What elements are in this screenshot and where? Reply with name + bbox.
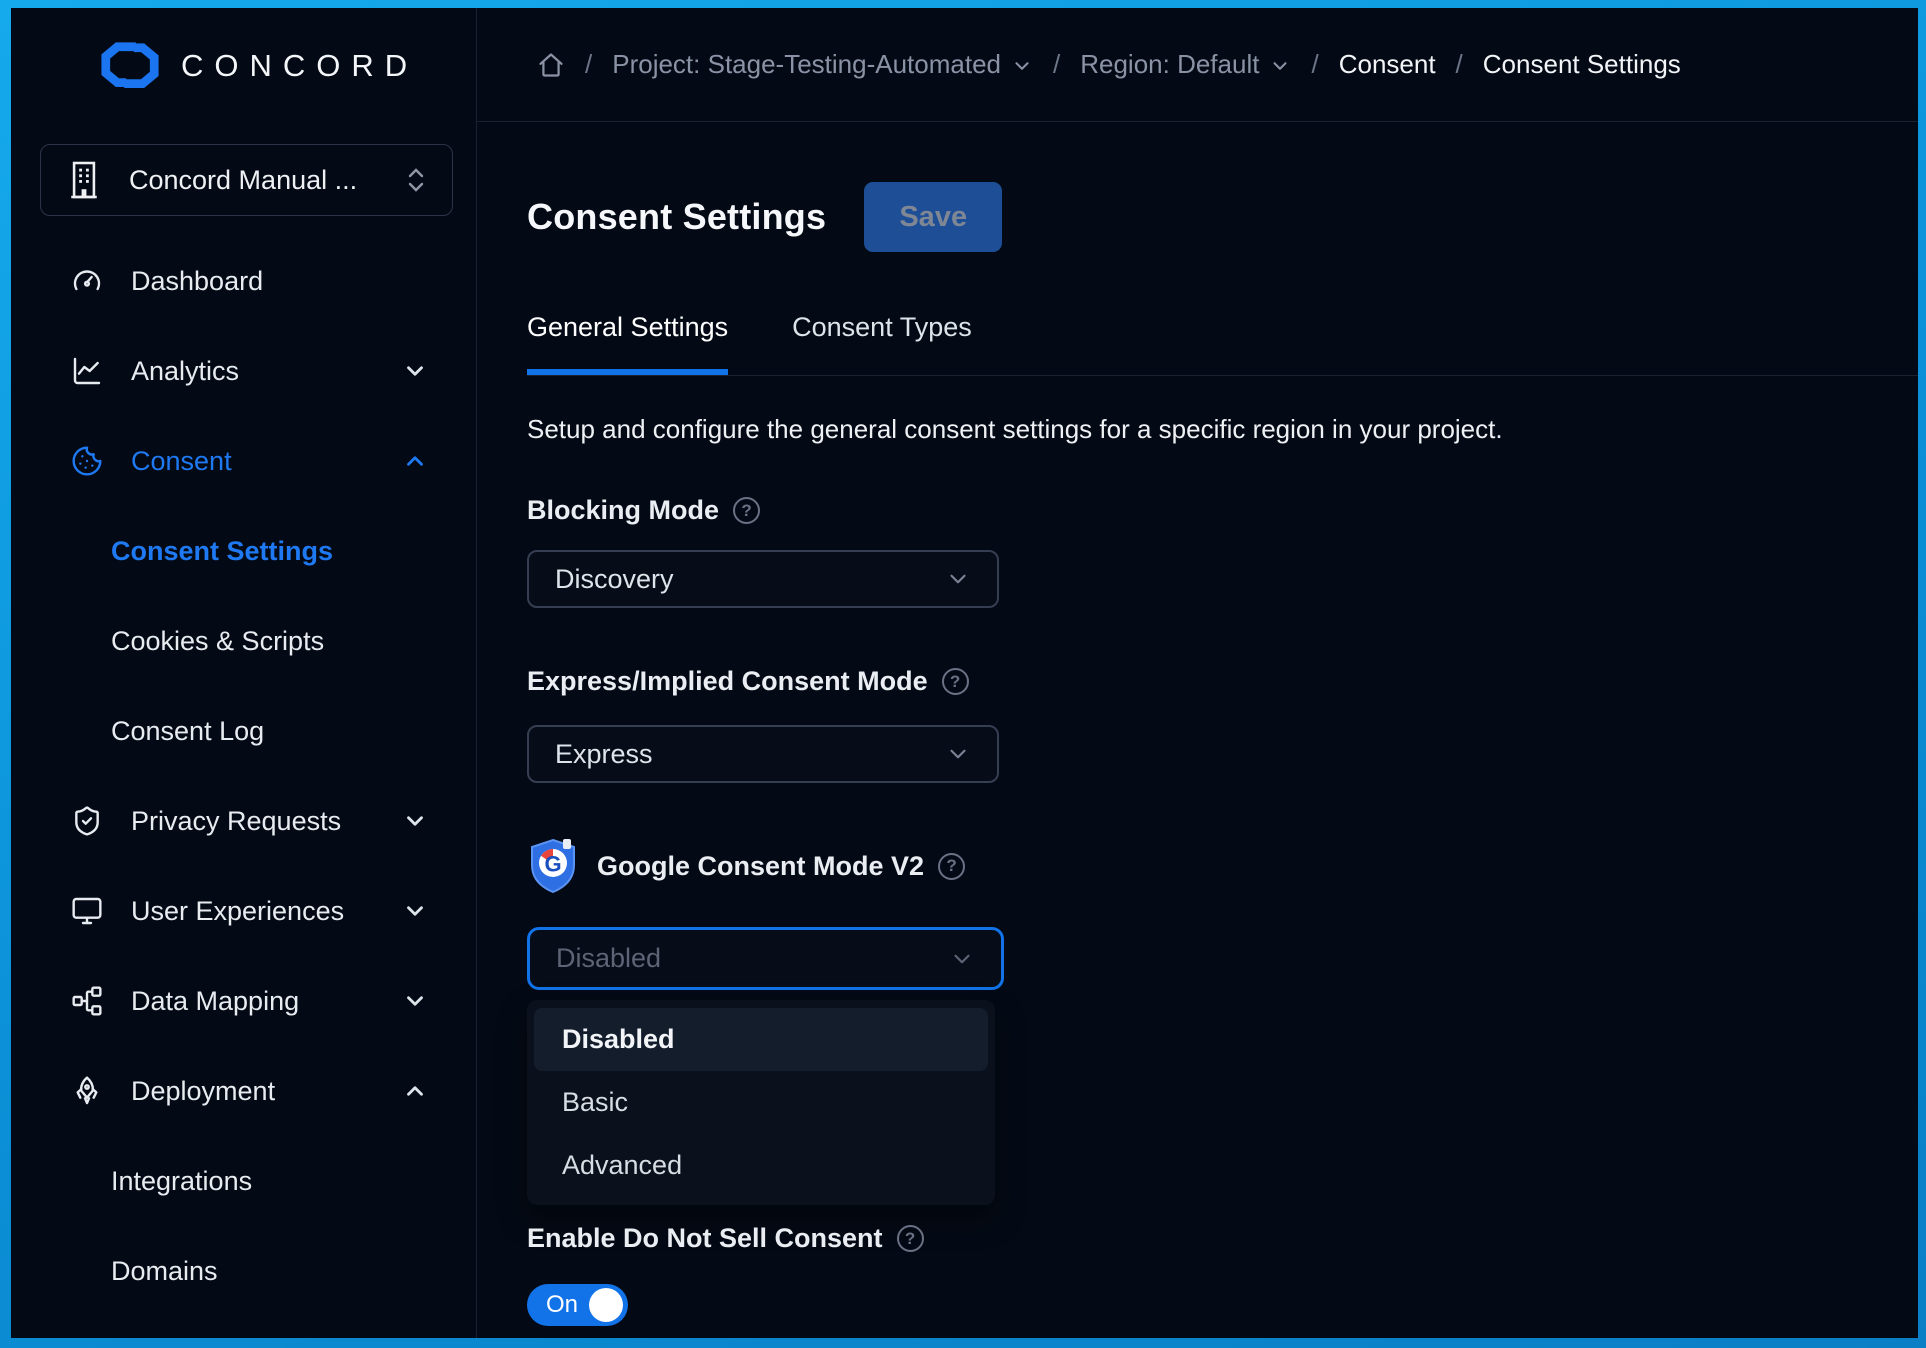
sidebar-item-label: Cookies & Scripts xyxy=(111,626,324,657)
sidebar-item-cookies-scripts[interactable]: Cookies & Scripts xyxy=(11,596,476,686)
concord-logo-icon xyxy=(99,40,161,92)
save-button[interactable]: Save xyxy=(864,182,1002,252)
chevron-down-icon xyxy=(1269,55,1291,77)
sidebar-item-dashboard[interactable]: Dashboard xyxy=(11,236,476,326)
google-consent-mode-dropdown: Disabled Basic Advanced xyxy=(527,1000,995,1205)
sidebar-item-privacy-requests[interactable]: Privacy Requests xyxy=(11,776,476,866)
screen-frame: CONCORD Concord Manual ... xyxy=(0,0,1926,1348)
brand-logo: CONCORD xyxy=(99,40,476,92)
sidebar-item-analytics[interactable]: Analytics xyxy=(11,326,476,416)
breadcrumb-region[interactable]: Region: Default xyxy=(1080,49,1291,80)
org-selector-updown-icon xyxy=(406,167,426,193)
help-icon[interactable]: ? xyxy=(733,497,760,524)
toggle-knob xyxy=(589,1288,623,1322)
express-implied-select[interactable]: Express xyxy=(527,725,999,783)
building-icon xyxy=(67,160,101,200)
express-implied-value: Express xyxy=(555,739,653,770)
tab-bar: General Settings Consent Types xyxy=(527,312,1918,376)
chevron-down-icon xyxy=(402,988,428,1014)
blocking-mode-value: Discovery xyxy=(555,564,674,595)
chevron-down-icon xyxy=(1011,55,1033,77)
breadcrumb-separator: / xyxy=(1053,49,1060,80)
chevron-down-icon xyxy=(945,741,971,767)
sidebar-item-consent-log[interactable]: Consent Log xyxy=(11,686,476,776)
brand-name: CONCORD xyxy=(181,48,418,84)
help-icon[interactable]: ? xyxy=(897,1225,924,1252)
help-icon[interactable]: ? xyxy=(938,853,965,880)
sidebar-item-label: User Experiences xyxy=(131,896,344,927)
dashboard-gauge-icon xyxy=(71,265,103,297)
chevron-down-icon xyxy=(402,898,428,924)
do-not-sell-toggle[interactable]: On xyxy=(527,1284,628,1326)
express-implied-label: Express/Implied Consent Mode ? xyxy=(527,666,1918,697)
page-content: Consent Settings Save General Settings C… xyxy=(477,122,1918,1326)
dropdown-option-advanced[interactable]: Advanced xyxy=(534,1134,988,1197)
chevron-down-icon xyxy=(945,566,971,592)
chevron-down-icon xyxy=(402,808,428,834)
sidebar-item-label: Privacy Requests xyxy=(131,806,341,837)
sidebar-item-label: Dashboard xyxy=(131,266,263,297)
tab-consent-types[interactable]: Consent Types xyxy=(792,312,972,375)
sidebar-item-label: Domains xyxy=(111,1256,218,1287)
breadcrumb-separator: / xyxy=(1311,49,1318,80)
analytics-chart-icon xyxy=(71,355,103,387)
monitor-icon xyxy=(71,895,103,927)
breadcrumb-project[interactable]: Project: Stage-Testing-Automated xyxy=(612,49,1033,80)
breadcrumb-separator: / xyxy=(585,49,592,80)
main-area: / Project: Stage-Testing-Automated / Reg… xyxy=(477,8,1918,1338)
section-description: Setup and configure the general consent … xyxy=(527,414,1918,445)
breadcrumb: / Project: Stage-Testing-Automated / Reg… xyxy=(477,8,1918,122)
blocking-mode-label: Blocking Mode ? xyxy=(527,495,1918,526)
org-selector[interactable]: Concord Manual ... xyxy=(40,144,453,216)
app-window: CONCORD Concord Manual ... xyxy=(11,8,1918,1338)
rocket-icon xyxy=(71,1075,103,1107)
sidebar-item-data-mapping[interactable]: Data Mapping xyxy=(11,956,476,1046)
sidebar-item-consent[interactable]: Consent xyxy=(11,416,476,506)
do-not-sell-label: Enable Do Not Sell Consent ? xyxy=(527,1223,1918,1254)
chevron-up-icon xyxy=(402,1078,428,1104)
blocking-mode-select[interactable]: Discovery xyxy=(527,550,999,608)
shield-check-icon xyxy=(71,805,103,837)
sidebar-item-label: Data Mapping xyxy=(131,986,299,1017)
dropdown-option-basic[interactable]: Basic xyxy=(534,1071,988,1134)
tab-general-settings[interactable]: General Settings xyxy=(527,312,728,375)
sidebar-item-user-experiences[interactable]: User Experiences xyxy=(11,866,476,956)
chevron-down-icon xyxy=(949,946,975,972)
breadcrumb-consent-settings[interactable]: Consent Settings xyxy=(1483,49,1681,80)
breadcrumb-consent[interactable]: Consent xyxy=(1339,49,1436,80)
sidebar-item-label: Consent Settings xyxy=(111,536,333,567)
chevron-up-icon xyxy=(402,448,428,474)
sidebar-item-label: Integrations xyxy=(111,1166,252,1197)
chevron-down-icon xyxy=(402,358,428,384)
svg-text:G: G xyxy=(544,851,561,876)
sidebar-item-label: Deployment xyxy=(131,1076,275,1107)
sidebar-item-deployment[interactable]: Deployment xyxy=(11,1046,476,1136)
help-icon[interactable]: ? xyxy=(942,668,969,695)
sidebar: CONCORD Concord Manual ... xyxy=(11,8,477,1338)
page-title: Consent Settings xyxy=(527,196,826,238)
google-consent-mode-label-row: G Google Consent Mode V2 ? xyxy=(527,837,1918,895)
google-consent-mode-select[interactable]: Disabled xyxy=(527,927,1004,990)
cookie-icon xyxy=(71,445,103,477)
sidebar-item-domains[interactable]: Domains xyxy=(11,1226,476,1316)
sidebar-nav: Dashboard Analytics xyxy=(11,236,476,1316)
home-icon[interactable] xyxy=(537,51,565,79)
google-consent-mode-value: Disabled xyxy=(556,943,661,974)
data-mapping-network-icon xyxy=(71,985,103,1017)
toggle-state-label: On xyxy=(546,1291,589,1319)
sidebar-item-consent-settings[interactable]: Consent Settings xyxy=(11,506,476,596)
sidebar-item-integrations[interactable]: Integrations xyxy=(11,1136,476,1226)
sidebar-item-label: Consent xyxy=(131,446,232,477)
sidebar-item-label: Consent Log xyxy=(111,716,264,747)
google-consent-mode-label: Google Consent Mode V2 ? xyxy=(597,851,965,882)
breadcrumb-separator: / xyxy=(1456,49,1463,80)
google-shield-icon: G xyxy=(527,837,579,895)
org-selector-label: Concord Manual ... xyxy=(129,165,406,196)
dropdown-option-disabled[interactable]: Disabled xyxy=(534,1008,988,1071)
sidebar-item-label: Analytics xyxy=(131,356,239,387)
